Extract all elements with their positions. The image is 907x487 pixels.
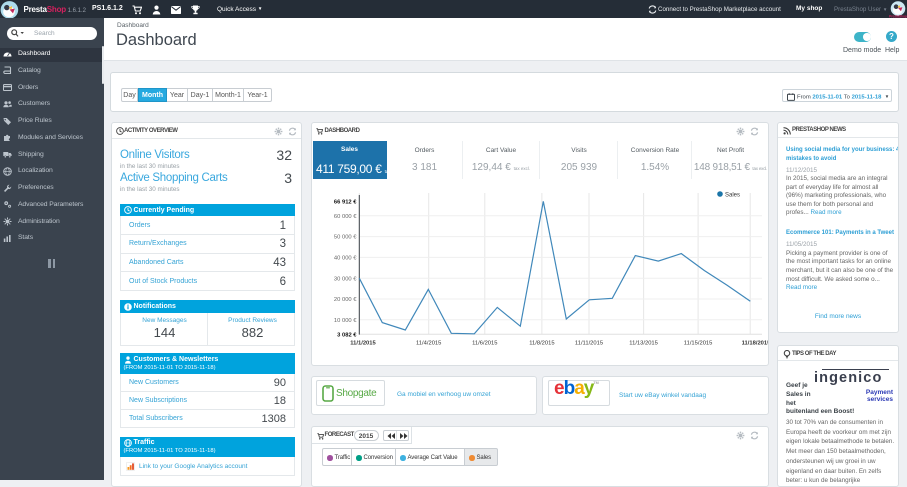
svg-text:11/11/2015: 11/11/2015 [575, 341, 603, 347]
svg-text:66 912 €: 66 912 € [334, 200, 357, 206]
svg-text:11/4/2015: 11/4/2015 [416, 341, 441, 347]
svg-text:60 000 €: 60 000 € [334, 214, 357, 220]
svg-text:30 000 €: 30 000 € [334, 276, 357, 282]
svg-text:10 000 €: 10 000 € [334, 318, 357, 324]
svg-text:50 000 €: 50 000 € [334, 235, 357, 241]
svg-text:11/13/2015: 11/13/2015 [629, 341, 658, 347]
svg-text:11/8/2015: 11/8/2015 [529, 341, 554, 347]
svg-text:Sales: Sales [725, 192, 740, 198]
svg-text:20 000 €: 20 000 € [334, 297, 357, 303]
svg-text:11/1/2015: 11/1/2015 [350, 341, 376, 347]
svg-text:40 000 €: 40 000 € [334, 256, 357, 262]
svg-text:3 082 €: 3 082 € [337, 332, 357, 338]
svg-text:PrestaShop: PrestaShop [889, 14, 907, 17]
svg-text:11/15/2015: 11/15/2015 [684, 341, 713, 347]
svg-text:11/18/2015: 11/18/2015 [742, 341, 769, 347]
svg-text:11/6/2015: 11/6/2015 [472, 341, 497, 347]
